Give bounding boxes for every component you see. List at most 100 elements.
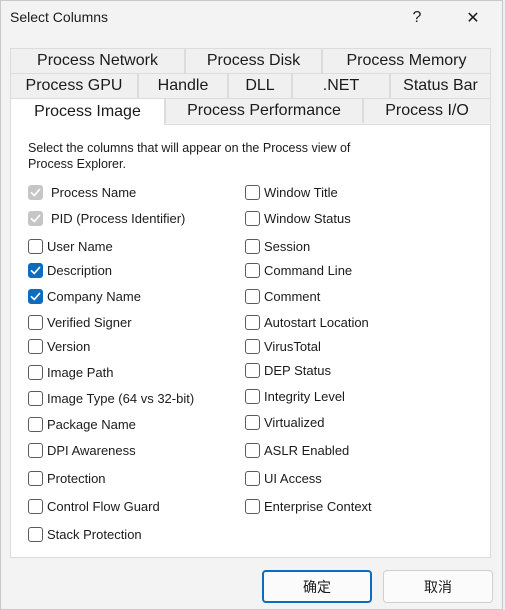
checkbox-label: Session	[264, 238, 311, 254]
help-button[interactable]: ?	[397, 1, 437, 35]
checkbox-label: Verified Signer	[47, 314, 132, 330]
checkmark-icon	[28, 184, 43, 200]
checkbox-box[interactable]	[245, 238, 260, 254]
checkbox-label: UI Access	[264, 470, 322, 486]
checkbox-label: Virtualized	[264, 414, 325, 430]
checkbox-box[interactable]	[245, 210, 260, 226]
checkbox-protection[interactable]: Protection	[28, 468, 106, 488]
checkbox-label: Window Title	[264, 184, 338, 200]
checkbox-label: Stack Protection	[47, 526, 142, 542]
checkbox-image-type-64-vs-32-bit[interactable]: Image Type (64 vs 32-bit)	[28, 388, 194, 408]
tab-process-network[interactable]: Process Network	[10, 48, 185, 73]
checkbox-box[interactable]	[245, 498, 260, 514]
checkbox-box[interactable]	[245, 470, 260, 486]
checkbox-label: Window Status	[264, 210, 351, 226]
checkbox-box[interactable]	[245, 338, 260, 354]
checkbox-integrity-level[interactable]: Integrity Level	[245, 386, 345, 406]
checkbox-label: VirusTotal	[264, 338, 321, 354]
panel-description: Select the columns that will appear on t…	[28, 141, 351, 171]
checkbox-label: User Name	[47, 238, 113, 254]
checkbox-process-name: Process Name	[28, 182, 136, 202]
tab-process-disk[interactable]: Process Disk	[185, 48, 322, 73]
checkbox-box[interactable]	[245, 388, 260, 404]
checkbox-autostart-location[interactable]: Autostart Location	[245, 312, 369, 332]
checkbox-pid-process-identifier: PID (Process Identifier)	[28, 208, 185, 228]
checkbox-description[interactable]: Description	[28, 260, 112, 280]
checkbox-label: Process Name	[51, 184, 137, 200]
checkbox-dpi-awareness[interactable]: DPI Awareness	[28, 440, 136, 460]
checkbox-box[interactable]	[245, 184, 260, 200]
checkbox-company-name[interactable]: Company Name	[28, 286, 141, 306]
tab-status-bar[interactable]: Status Bar	[390, 73, 491, 98]
checkbox-comment[interactable]: Comment	[245, 286, 320, 306]
checkbox-label: Comment	[264, 288, 321, 304]
checkbox-virtualized[interactable]: Virtualized	[245, 412, 324, 432]
select-columns-dialog: Select Columns ? ✕ Process Network Proce…	[0, 0, 503, 610]
checkbox-enterprise-context[interactable]: Enterprise Context	[245, 496, 372, 516]
checkbox-box[interactable]	[28, 338, 43, 354]
tab-process-image[interactable]: Process Image	[10, 98, 165, 125]
checkbox-label: Command Line	[264, 262, 353, 278]
columns-panel: Select the columns that will appear on t…	[10, 124, 491, 558]
checkmark-icon[interactable]	[28, 262, 43, 278]
checkbox-box[interactable]	[28, 238, 43, 254]
checkbox-label: Protection	[47, 470, 106, 486]
checkbox-box[interactable]	[245, 362, 260, 378]
checkbox-session[interactable]: Session	[245, 236, 310, 256]
checkbox-box[interactable]	[245, 314, 260, 330]
checkbox-aslr-enabled[interactable]: ASLR Enabled	[245, 440, 349, 460]
checkbox-verified-signer[interactable]: Verified Signer	[28, 312, 132, 332]
checkmark-icon[interactable]	[28, 288, 43, 304]
checkbox-box[interactable]	[28, 442, 43, 458]
checkbox-label: Image Type (64 vs 32-bit)	[47, 390, 195, 406]
ok-button[interactable]: 确定	[262, 570, 372, 603]
tab-process-io[interactable]: Process I/O	[363, 98, 491, 123]
checkbox-label: Autostart Location	[264, 314, 369, 330]
checkbox-box[interactable]	[28, 470, 43, 486]
checkbox-box[interactable]	[28, 314, 43, 330]
tab-process-memory[interactable]: Process Memory	[322, 48, 491, 73]
checkbox-window-status[interactable]: Window Status	[245, 208, 351, 228]
checkbox-image-path[interactable]: Image Path	[28, 362, 114, 382]
checkbox-label: Version	[47, 338, 91, 354]
checkbox-virustotal[interactable]: VirusTotal	[245, 336, 321, 356]
checkbox-box[interactable]	[245, 262, 260, 278]
checkbox-label: ASLR Enabled	[264, 442, 350, 458]
checkbox-box[interactable]	[28, 364, 43, 380]
tab-handle[interactable]: Handle	[138, 73, 228, 98]
checkbox-package-name[interactable]: Package Name	[28, 414, 136, 434]
checkbox-box[interactable]	[28, 498, 43, 514]
checkmark-icon	[28, 210, 43, 226]
tab-dll[interactable]: DLL	[228, 73, 292, 98]
checkbox-label: Image Path	[47, 364, 114, 380]
checkbox-label: Description	[47, 262, 113, 278]
checkbox-label: Integrity Level	[264, 388, 345, 404]
checkbox-box[interactable]	[245, 442, 260, 458]
checkbox-box[interactable]	[245, 288, 260, 304]
dialog-title: Select Columns	[10, 9, 109, 25]
checkbox-dep-status[interactable]: DEP Status	[245, 360, 331, 380]
checkbox-window-title[interactable]: Window Title	[245, 182, 338, 202]
checkbox-label: PID (Process Identifier)	[51, 210, 186, 226]
checkbox-label: DEP Status	[264, 362, 331, 378]
checkbox-user-name[interactable]: User Name	[28, 236, 113, 256]
checkbox-box[interactable]	[28, 416, 43, 432]
checkbox-box[interactable]	[28, 526, 43, 542]
checkbox-ui-access[interactable]: UI Access	[245, 468, 322, 488]
close-button[interactable]: ✕	[453, 1, 493, 35]
checkbox-stack-protection[interactable]: Stack Protection	[28, 524, 142, 544]
checkbox-box[interactable]	[245, 414, 260, 430]
checkbox-command-line[interactable]: Command Line	[245, 260, 352, 280]
checkbox-label: Company Name	[47, 288, 141, 304]
checkbox-version[interactable]: Version	[28, 336, 90, 356]
tab-dotnet[interactable]: .NET	[292, 73, 390, 98]
cancel-button[interactable]: 取消	[383, 570, 493, 603]
tab-process-gpu[interactable]: Process GPU	[10, 73, 138, 98]
title-bar: Select Columns ? ✕	[1, 1, 502, 35]
tab-process-performance[interactable]: Process Performance	[165, 98, 363, 123]
checkbox-label: Package Name	[47, 416, 136, 432]
checkbox-box[interactable]	[28, 390, 43, 406]
checkbox-label: DPI Awareness	[47, 442, 136, 458]
checkbox-label: Control Flow Guard	[47, 498, 160, 514]
checkbox-control-flow-guard[interactable]: Control Flow Guard	[28, 496, 160, 516]
